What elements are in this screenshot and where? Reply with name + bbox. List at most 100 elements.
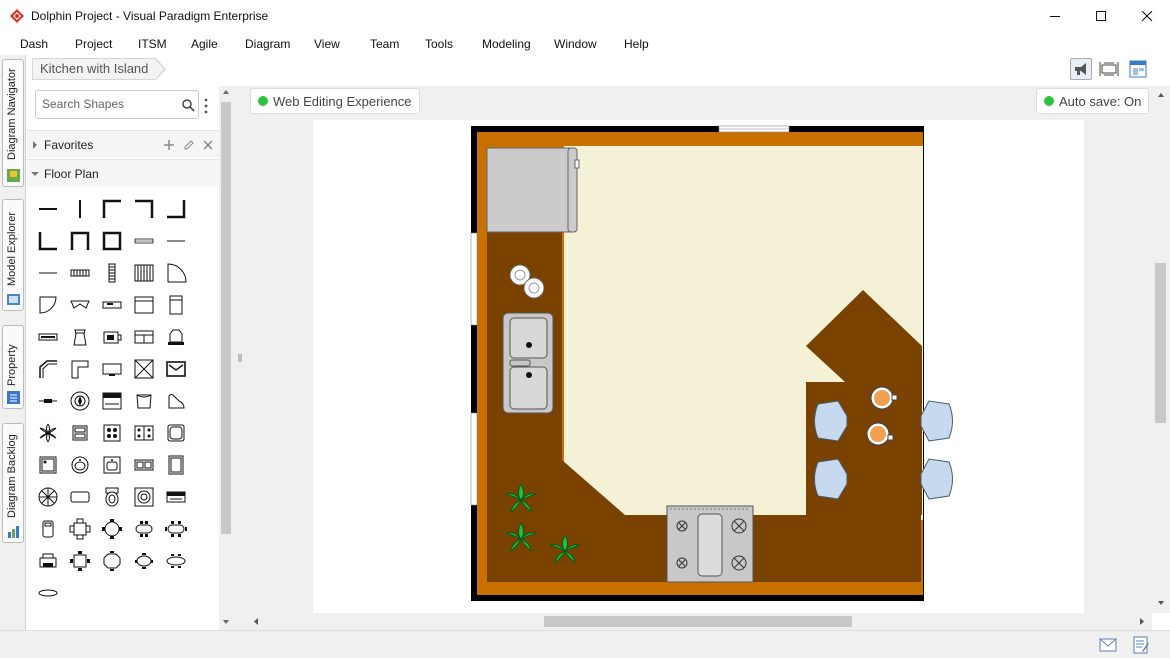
scroll-down-icon[interactable] xyxy=(1152,596,1170,610)
desk-shape[interactable] xyxy=(163,484,189,510)
scroll-down-icon[interactable] xyxy=(219,616,233,628)
wall-corner-tl-shape[interactable] xyxy=(99,196,125,222)
oval-table-4-shape[interactable] xyxy=(131,516,157,542)
bed-pillow-shape[interactable] xyxy=(67,420,93,446)
envelope-box-shape[interactable] xyxy=(163,356,189,382)
canvas-horizontal-scroll-thumb[interactable] xyxy=(544,616,852,627)
oval-table-6-shape[interactable] xyxy=(163,516,189,542)
cabinet-shape[interactable] xyxy=(131,292,157,318)
kebab-menu-icon[interactable] xyxy=(203,98,209,114)
menu-agile[interactable]: Agile xyxy=(191,37,218,51)
maximize-button[interactable] xyxy=(1078,0,1124,32)
shapes-panel-scroll-thumb[interactable] xyxy=(221,102,231,534)
bathtub-shape[interactable] xyxy=(163,420,189,446)
ceiling-fan-shape[interactable] xyxy=(67,388,93,414)
round-sink-shape[interactable] xyxy=(67,452,93,478)
menu-itsm[interactable]: ITSM xyxy=(138,37,167,51)
door-opening-shape[interactable] xyxy=(35,260,61,286)
diagram-canvas[interactable]: Web Editing Experience Auto save: On xyxy=(247,86,1152,613)
menu-diagram[interactable]: Diagram xyxy=(245,37,290,51)
mail-icon[interactable] xyxy=(1099,638,1117,652)
square-sink-shape[interactable] xyxy=(99,452,125,478)
bed-single-shape[interactable] xyxy=(35,516,61,542)
scroll-up-icon[interactable] xyxy=(1152,88,1170,102)
panel-splitter[interactable] xyxy=(233,86,247,630)
canvas-vertical-scrollbar[interactable] xyxy=(1152,86,1170,613)
announcement-button[interactable] xyxy=(1070,58,1092,80)
breadcrumb-item-diagram[interactable]: Kitchen with Island xyxy=(32,58,157,80)
toilet-shape[interactable] xyxy=(99,484,125,510)
small-oval-table-shape[interactable] xyxy=(131,548,157,574)
layout-button[interactable] xyxy=(1127,58,1149,80)
l-shape-room-shape[interactable] xyxy=(67,356,93,382)
double-sink-shape[interactable] xyxy=(131,452,157,478)
plant-shape[interactable] xyxy=(35,420,61,446)
close-window-button[interactable] xyxy=(1124,0,1170,32)
scroll-right-icon[interactable] xyxy=(1135,613,1149,630)
floor-plan-section-header[interactable]: Floor Plan xyxy=(27,159,219,187)
appliance-shape[interactable] xyxy=(99,324,125,350)
wall-angle-shape[interactable] xyxy=(35,356,61,382)
wall-vertical-shape[interactable] xyxy=(67,196,93,222)
oven-shape[interactable] xyxy=(99,388,125,414)
scroll-up-icon[interactable] xyxy=(219,86,233,98)
room-shape[interactable] xyxy=(99,228,125,254)
window-shape[interactable] xyxy=(131,228,157,254)
favorites-section-header[interactable]: Favorites xyxy=(27,130,219,158)
menu-team[interactable]: Team xyxy=(370,37,399,51)
crossed-box-shape[interactable] xyxy=(131,356,157,382)
toilet-tall-shape[interactable] xyxy=(163,452,189,478)
bifold-door-shape[interactable] xyxy=(67,292,93,318)
sliding-door-shape[interactable] xyxy=(99,292,125,318)
grand-piano-shape[interactable] xyxy=(163,388,189,414)
stairs-grid-shape[interactable] xyxy=(131,260,157,286)
pencil-icon[interactable] xyxy=(183,139,195,151)
stairs-vertical-shape[interactable] xyxy=(99,260,125,286)
canvas-horizontal-scrollbar[interactable] xyxy=(247,613,1152,630)
octagon-table-shape[interactable] xyxy=(99,548,125,574)
menu-view[interactable]: View xyxy=(314,37,340,51)
close-icon[interactable] xyxy=(202,139,214,151)
wall-u-shape[interactable] xyxy=(67,228,93,254)
minimize-button[interactable] xyxy=(1032,0,1078,32)
menu-modeling[interactable]: Modeling xyxy=(482,37,531,51)
wall-corner-bl-shape[interactable] xyxy=(35,228,61,254)
round-table-shape[interactable] xyxy=(35,484,61,510)
plus-icon[interactable] xyxy=(163,139,175,151)
wardrobe-shape[interactable] xyxy=(163,292,189,318)
shapes-panel-scrollbar[interactable] xyxy=(219,86,233,630)
scroll-left-icon[interactable] xyxy=(249,613,263,630)
menu-dash[interactable]: Dash xyxy=(20,37,48,51)
tab-diagram-navigator[interactable]: Diagram Navigator xyxy=(2,59,24,187)
round-table-4-shape[interactable] xyxy=(99,516,125,542)
tab-property[interactable]: Property xyxy=(2,325,24,409)
wall-corner-tr-shape[interactable] xyxy=(131,196,157,222)
chair-shape[interactable] xyxy=(67,324,93,350)
sofa-shape[interactable] xyxy=(131,324,157,350)
canvas-vertical-scroll-thumb[interactable] xyxy=(1155,263,1166,423)
tab-diagram-backlog[interactable]: Diagram Backlog xyxy=(2,423,24,543)
auto-save-chip[interactable]: Auto save: On xyxy=(1036,88,1150,114)
piano-shape[interactable] xyxy=(163,324,189,350)
tv-shape[interactable] xyxy=(99,356,125,382)
search-shapes-input[interactable] xyxy=(42,97,172,111)
wall-horizontal-shape[interactable] xyxy=(35,196,61,222)
printer-shape[interactable] xyxy=(35,548,61,574)
menu-project[interactable]: Project xyxy=(75,37,112,51)
search-icon[interactable] xyxy=(182,99,195,112)
wall-thin-shape[interactable] xyxy=(163,228,189,254)
table-4-chairs-shape[interactable] xyxy=(67,516,93,542)
menu-window[interactable]: Window xyxy=(554,37,597,51)
tab-model-explorer[interactable]: Model Explorer xyxy=(2,199,24,311)
notes-icon[interactable] xyxy=(1133,636,1149,654)
shower-shape[interactable] xyxy=(35,452,61,478)
menu-help[interactable]: Help xyxy=(624,37,649,51)
cooktop-shape[interactable] xyxy=(99,420,125,446)
rectangle-table-shape[interactable] xyxy=(67,484,93,510)
cooktop-wide-shape[interactable] xyxy=(131,420,157,446)
armchair-shape[interactable] xyxy=(131,388,157,414)
web-editing-chip[interactable]: Web Editing Experience xyxy=(250,88,420,114)
fit-diagram-button[interactable] xyxy=(1098,58,1120,80)
door-swing-shape[interactable] xyxy=(163,260,189,286)
shelf-shape[interactable] xyxy=(35,388,61,414)
